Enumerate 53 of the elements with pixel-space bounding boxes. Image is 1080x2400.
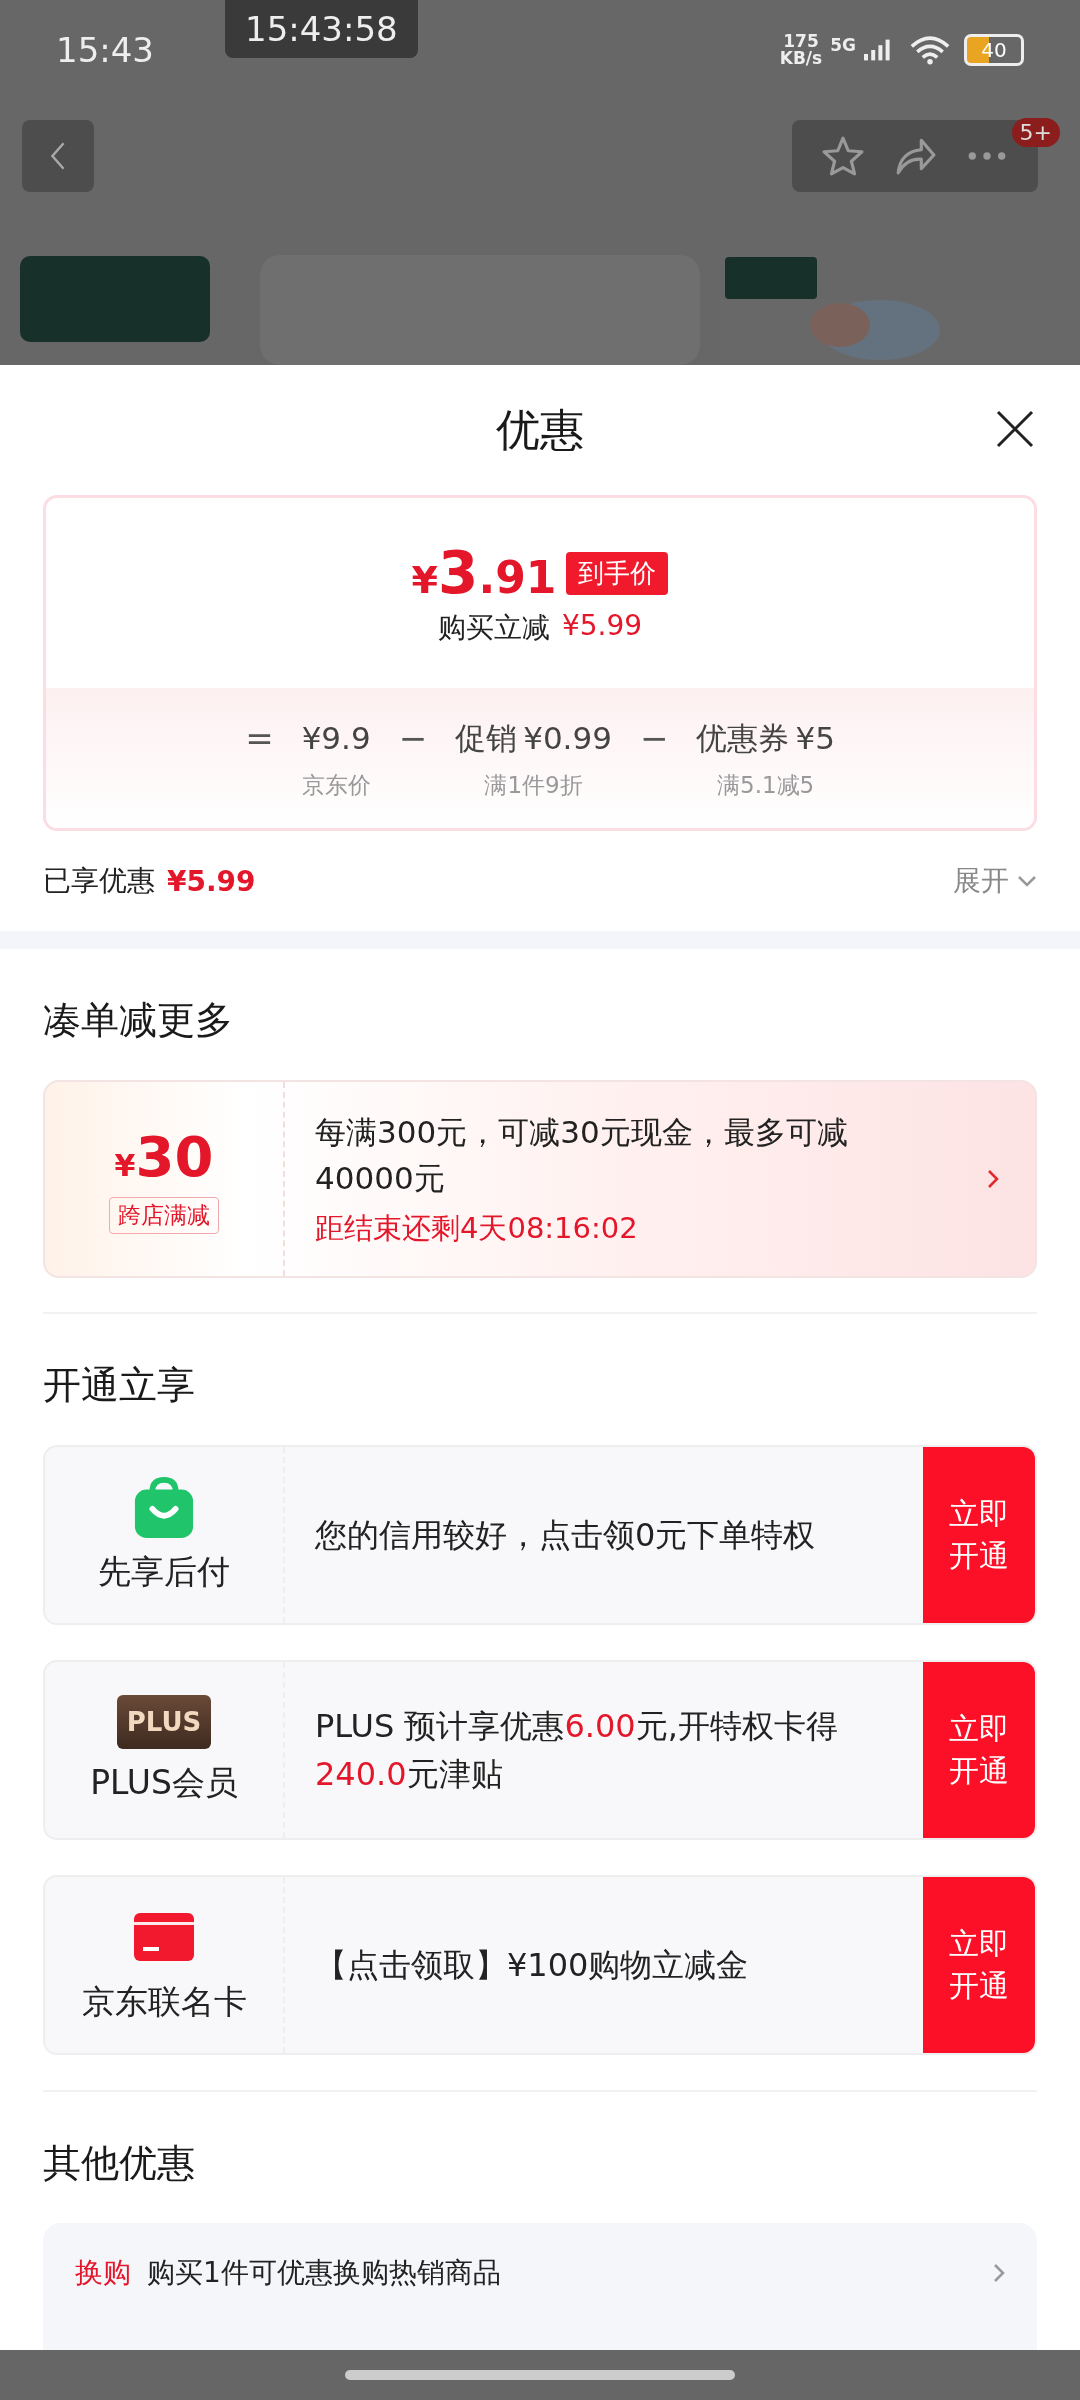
star-icon[interactable] (822, 135, 864, 177)
operator-sign: − (398, 717, 428, 760)
saved-amount: ¥5.99 (167, 864, 256, 898)
plus-logo: PLUS (116, 1694, 212, 1749)
chevron-right-icon[interactable] (993, 2263, 1005, 2283)
service-name: 京东联名卡 (81, 1980, 247, 2023)
network-speed-unit: KB/s (779, 50, 823, 67)
overlay-clock: 15:43:58 (225, 0, 418, 58)
section-title: 其他优惠 (42, 2140, 196, 2187)
price-tag: 到手价 (566, 551, 669, 595)
activate-button[interactable]: 立即开通 (923, 1662, 1035, 1838)
promo-card[interactable]: ¥30 跨店满减 每满300元，可减30元现金，最多可减40000元 距结束还剩4天08:16:02 (43, 1080, 1037, 1278)
promo-amount: ¥30 (114, 1124, 214, 1189)
offer-text: 购买1件可优惠换购热销商品 (147, 2255, 502, 2291)
final-price: ¥3.91 (411, 539, 557, 607)
section-title: 开通立享 (42, 1362, 196, 1409)
service-name: 先享后付 (98, 1550, 230, 1593)
breakdown-note: 满5.1减5 (717, 771, 815, 800)
breakdown-amount: ¥9.9 (301, 719, 371, 758)
promo-text: 每满300元，可减30元现金，最多可减40000元 (315, 1113, 849, 1198)
expand-button[interactable]: 展开 (953, 862, 1037, 900)
countdown: 距结束还剩4天08:16:02 (315, 1210, 639, 1247)
saved-label: 已享优惠 (43, 863, 155, 899)
section-title: 凑单减更多 (42, 997, 234, 1044)
breakdown-note: 京东价 (301, 771, 371, 800)
offer-tag: 换购 (75, 2254, 131, 2292)
chevron-right-icon (987, 1169, 999, 1189)
breakdown-amount: ¥5 (795, 719, 835, 758)
breakdown-amount: ¥0.99 (523, 719, 612, 758)
chevron-down-icon (1017, 875, 1037, 887)
breakdown-note: 满1件9折 (484, 771, 583, 800)
notification-badge: 5+ (1011, 118, 1060, 147)
cut-label: 购买立减 (437, 610, 550, 646)
wifi-icon (910, 35, 950, 65)
breakdown-label: 优惠券 (696, 719, 790, 758)
operator-sign: − (639, 717, 669, 760)
status-time: 15:43 (56, 30, 154, 70)
promo-tag: 跨店满减 (109, 1197, 219, 1234)
breakdown-label: 促销 (455, 719, 518, 758)
activate-button[interactable]: 立即开通 (923, 1877, 1035, 2053)
sheet-title: 优惠 (496, 402, 584, 457)
network-type: 5G (830, 35, 856, 55)
service-description: 您的信用较好，点击领0元下单特权 (314, 1515, 817, 1556)
service-description: PLUS 预计享优惠6.00元,开特权卡得 240.0元津贴 (314, 1706, 839, 1795)
back-icon (50, 141, 66, 171)
close-icon[interactable] (995, 409, 1035, 449)
cut-amount: ¥5.99 (561, 609, 643, 644)
operator-sign: = (245, 717, 274, 760)
service-name: PLUS会员 (90, 1761, 238, 1804)
shopping-bag-icon (134, 1475, 194, 1538)
network-speed: 175 (783, 33, 819, 50)
service-description: 【点击领取】¥100购物立减金 (314, 1945, 750, 1986)
activate-button[interactable]: 立即开通 (923, 1447, 1035, 1623)
